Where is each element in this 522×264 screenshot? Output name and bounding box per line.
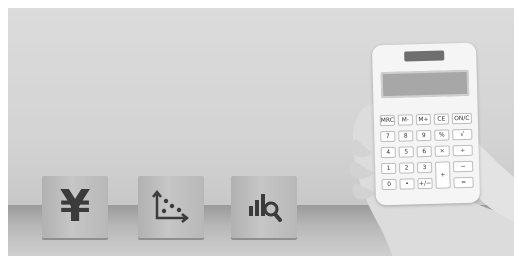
photo: ¥ MRC M- M+ CE ON/C 7 8 9 % √ 4 5 6 × ÷ …	[0, 0, 522, 264]
key-plus: +	[434, 161, 451, 189]
key-4: 4	[380, 146, 396, 159]
calculator-display	[380, 69, 470, 99]
key-minus: −	[452, 160, 474, 173]
key-1: 1	[381, 162, 397, 175]
key-divide: ÷	[452, 144, 473, 157]
key-3: 3	[416, 161, 433, 174]
wooden-block-scatter	[138, 176, 204, 238]
wooden-block-yen: ¥	[42, 176, 108, 238]
key-7: 7	[380, 130, 396, 143]
key-m-plus: M+	[415, 113, 432, 126]
key-sqrt: √	[452, 128, 473, 141]
scatter-chart-icon	[152, 190, 190, 223]
key-equals: =	[453, 176, 474, 189]
key-6: 6	[416, 145, 432, 158]
key-multiply: ×	[434, 145, 450, 157]
key-0: 0	[381, 178, 397, 191]
calculator: MRC M- M+ CE ON/C 7 8 9 % √ 4 5 6 × ÷ 1 …	[371, 42, 481, 206]
key-8: 8	[398, 130, 414, 142]
key-decimal: •	[399, 178, 415, 190]
key-m-minus: M-	[397, 114, 414, 126]
calculator-keypad: MRC M- M+ CE ON/C 7 8 9 % √ 4 5 6 × ÷ 1 …	[379, 112, 474, 201]
solar-panel	[404, 50, 445, 62]
chart-magnifier-icon	[249, 194, 282, 222]
key-mrc: MRC	[379, 114, 396, 127]
key-on-c: ON/C	[451, 112, 473, 125]
yen-icon: ¥	[59, 181, 91, 232]
key-9: 9	[416, 129, 432, 142]
key-plus-minus: +/−	[417, 177, 433, 190]
wooden-block-chart	[231, 176, 297, 238]
key-ce: CE	[433, 113, 450, 125]
key-2: 2	[399, 162, 415, 174]
key-percent: %	[434, 129, 450, 141]
key-5: 5	[398, 146, 414, 158]
